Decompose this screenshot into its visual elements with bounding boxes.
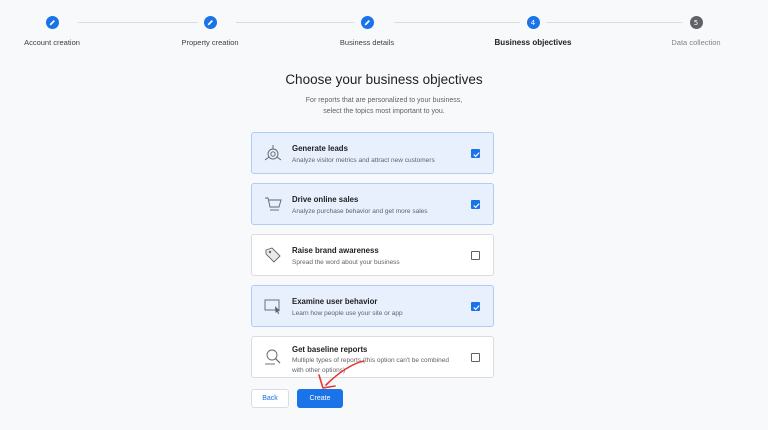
objective-card-examine-user-behavior[interactable]: Examine user behavior Learn how people u…: [251, 285, 494, 327]
checkmark-icon: [473, 152, 480, 158]
step-label: Business objectives: [494, 38, 572, 47]
step-number-badge: 5: [689, 16, 703, 29]
step-property-creation[interactable]: Property creation: [140, 16, 280, 47]
back-button[interactable]: Back: [251, 389, 289, 408]
progress-stepper: Account creation Property creation Busin…: [0, 0, 768, 60]
objective-card-raise-brand-awareness[interactable]: Raise brand awareness Spread the word ab…: [251, 234, 494, 276]
objective-checkbox[interactable]: [471, 353, 480, 362]
step-number-badge: 4: [526, 16, 540, 29]
tag-icon: [265, 247, 281, 263]
objective-title: Raise brand awareness: [292, 246, 379, 255]
step-label: Data collection: [671, 38, 721, 47]
objective-card-drive-online-sales[interactable]: Drive online sales Analyze purchase beha…: [251, 183, 494, 225]
annotation-arrow-icon: [318, 360, 365, 389]
objective-description: Learn how people use your site or app: [292, 310, 403, 317]
magnifier-chart-icon: [265, 349, 281, 365]
objective-checkbox[interactable]: [471, 149, 480, 158]
step-business-details[interactable]: Business details: [297, 16, 437, 47]
pencil-icon: [360, 16, 374, 29]
checkmark-icon: [473, 203, 480, 209]
objective-card-generate-leads[interactable]: Generate leads Analyze visitor metrics a…: [251, 132, 494, 174]
pencil-icon: [45, 16, 59, 29]
cart-icon: [265, 197, 282, 211]
objective-checkbox[interactable]: [471, 302, 480, 311]
target-icon: [264, 145, 282, 161]
objective-checkbox[interactable]: [471, 251, 480, 260]
step-label: Business details: [339, 38, 395, 47]
step-label: Property creation: [181, 38, 239, 47]
monitor-cursor-icon: [264, 299, 280, 314]
checkmark-icon: [473, 305, 480, 311]
objective-title: Get baseline reports: [292, 345, 368, 354]
objective-title: Generate leads: [292, 144, 348, 153]
page-title: Choose your business objectives: [285, 72, 483, 87]
step-business-objectives: 4 Business objectives: [463, 16, 603, 47]
objective-description: Analyze purchase behavior and get more s…: [292, 208, 428, 215]
objective-checkbox[interactable]: [471, 200, 480, 209]
step-data-collection: 5 Data collection: [626, 16, 766, 47]
pencil-icon: [203, 16, 217, 29]
step-account-creation[interactable]: Account creation: [0, 16, 122, 47]
objective-description: Spread the word about your business: [292, 259, 400, 266]
page-subtitle: For reports that are personalized to you…: [305, 97, 463, 115]
objective-title: Drive online sales: [292, 195, 359, 204]
objective-description: Analyze visitor metrics and attract new …: [292, 157, 435, 164]
objective-title: Examine user behavior: [292, 297, 378, 306]
step-label: Account creation: [24, 38, 80, 47]
